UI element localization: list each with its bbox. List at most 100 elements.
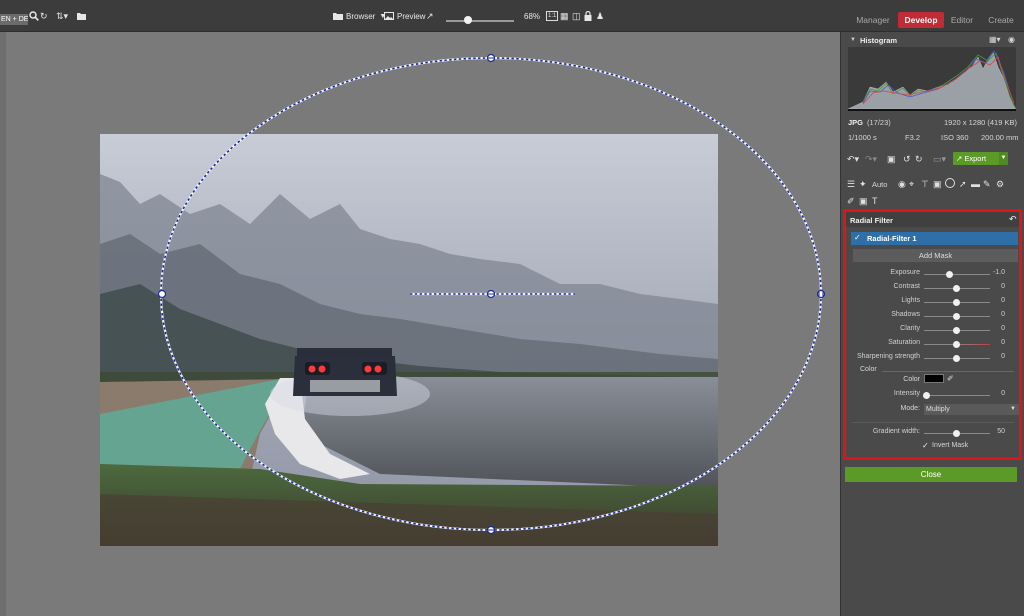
tab-develop[interactable]: Develop xyxy=(898,12,944,28)
slider-label: Shadows xyxy=(891,311,920,318)
radial-filter-section: Radial Filter ↶ ✓ Radial-Filter 1 Add Ma… xyxy=(843,209,1022,460)
slider-clarity[interactable]: Clarity 0 xyxy=(846,324,1019,336)
photo-preview[interactable] xyxy=(100,134,718,546)
auto-button[interactable]: Auto xyxy=(872,180,887,189)
top-toolbar: EN + DE ↻ ⇅▾ Browser ▼ Preview ↗ 68% 1:1… xyxy=(0,0,1024,32)
magic-wand-icon[interactable]: ✦ xyxy=(859,179,867,189)
slider-label: Lights xyxy=(901,297,920,304)
level-icon[interactable]: ⊤ xyxy=(921,179,929,189)
settings-dot-icon[interactable]: ◉ xyxy=(1008,35,1015,44)
mode-select[interactable]: Multiply ▼ xyxy=(924,404,1019,415)
slider-handle[interactable] xyxy=(953,313,960,320)
slider-saturation[interactable]: Saturation 0 xyxy=(846,338,1019,350)
slider-label: Gradient width: xyxy=(872,428,920,435)
add-mask-button[interactable]: Add Mask xyxy=(853,249,1018,262)
slider-value: 0 xyxy=(1001,325,1005,332)
slider-handle[interactable] xyxy=(923,392,930,399)
redo-icon[interactable]: ↷▾ xyxy=(865,154,877,164)
monitor-icon[interactable]: ▭▾ xyxy=(933,154,946,164)
slider-label: Saturation xyxy=(888,339,920,346)
slider-label: Sharpening strength xyxy=(856,353,920,360)
slider-gradient-width[interactable]: Gradient width: 50 xyxy=(846,427,1019,439)
refresh-icon[interactable]: ↻ xyxy=(40,10,48,22)
slider-handle[interactable] xyxy=(953,355,960,362)
browser-button[interactable]: Browser ▼ xyxy=(333,10,386,22)
slider-shadows[interactable]: Shadows 0 xyxy=(846,310,1019,322)
slider-handle[interactable] xyxy=(953,430,960,437)
slider-contrast[interactable]: Contrast 0 xyxy=(846,282,1019,294)
slider-track[interactable] xyxy=(924,395,990,396)
transform-icon[interactable]: ▣ xyxy=(933,179,942,189)
pencil-icon[interactable]: ✎ xyxy=(983,179,991,189)
grid-icon[interactable]: ▦ xyxy=(560,10,569,22)
zoom-slider-handle[interactable] xyxy=(464,16,472,24)
slider-track[interactable] xyxy=(924,274,990,275)
text-tool-icon[interactable]: T xyxy=(872,196,878,206)
slider-handle[interactable] xyxy=(946,271,953,278)
slider-exposure[interactable]: Exposure -1.0 xyxy=(846,268,1019,280)
collapse-triangle-icon[interactable]: ▼ xyxy=(850,37,856,43)
slider-label: Intensity xyxy=(893,390,920,397)
folder-icon[interactable] xyxy=(77,10,86,22)
open-external-icon[interactable]: ↗ xyxy=(426,10,434,22)
zoner-photo-studio-window: EN + DE ↻ ⇅▾ Browser ▼ Preview ↗ 68% 1:1… xyxy=(0,0,1024,616)
brush-icon[interactable]: ▬ xyxy=(971,179,980,189)
stamp-icon[interactable]: ▣ xyxy=(859,196,868,206)
export-dropdown-chevron-icon[interactable]: ▼ xyxy=(999,152,1008,165)
tab-editor[interactable]: Editor xyxy=(947,12,977,28)
slider-handle[interactable] xyxy=(953,285,960,292)
color-swatch[interactable] xyxy=(924,374,944,383)
slider-value: 0 xyxy=(1001,311,1005,318)
zoom-level: 68% xyxy=(524,11,541,21)
histogram-options-icon[interactable]: ▦▾ xyxy=(989,35,1001,44)
slider-sharpening-strength[interactable]: Sharpening strength 0 xyxy=(846,352,1019,364)
right-panel: ▼ Histogram ▦▾ ◉ JPG (17/23) 1920 x 1280… xyxy=(840,32,1024,616)
eyedropper-icon[interactable]: ✐ xyxy=(947,374,954,383)
zoom-slider-track[interactable] xyxy=(446,20,514,22)
gradient-filter-icon[interactable]: ➚ xyxy=(959,179,967,189)
invert-mask-label: Invert Mask xyxy=(932,442,969,449)
lock-icon[interactable] xyxy=(584,10,592,22)
close-button[interactable]: Close xyxy=(845,467,1017,482)
exif-aperture: F3.2 xyxy=(905,133,921,142)
crop-icon[interactable]: ⌖ xyxy=(909,179,914,189)
slider-handle[interactable] xyxy=(953,341,960,348)
file-format: JPG xyxy=(848,118,864,127)
reset-icon[interactable]: ↶ xyxy=(1009,214,1017,225)
slider-label: Contrast xyxy=(893,283,920,290)
radial-filter-list-item[interactable]: ✓ Radial-Filter 1 xyxy=(851,232,1018,245)
slider-label: Exposure xyxy=(890,269,920,276)
tab-create[interactable]: Create xyxy=(984,12,1018,28)
exif-shutter: 1/1000 s xyxy=(848,133,877,142)
slider-handle[interactable] xyxy=(953,299,960,306)
export-label: Export xyxy=(964,154,987,163)
slider-value: 0 xyxy=(1001,339,1005,346)
slider-intensity[interactable]: Intensity 0 xyxy=(846,389,1019,401)
menu-icon[interactable]: ☰ xyxy=(847,179,855,189)
search-icon[interactable] xyxy=(29,10,39,22)
radial-filter-tool-icon[interactable] xyxy=(945,178,955,188)
slider-value: 0 xyxy=(1001,283,1005,290)
gear-icon[interactable]: ⚙ xyxy=(996,179,1004,189)
slider-lights[interactable]: Lights 0 xyxy=(846,296,1019,308)
tab-manager[interactable]: Manager xyxy=(852,12,894,28)
slider-handle[interactable] xyxy=(953,327,960,334)
camera-icon[interactable]: ◉ xyxy=(898,179,906,189)
export-button[interactable]: ↗ Export xyxy=(953,152,999,165)
rotate-left-icon[interactable]: ↺ xyxy=(903,154,911,164)
eyedropper-icon[interactable]: ✐ xyxy=(847,196,855,206)
people-icon[interactable]: ♟ xyxy=(596,10,604,22)
language-indicator[interactable]: EN + DE xyxy=(0,14,28,25)
fit-icon[interactable]: 1:1 xyxy=(546,10,559,22)
sort-icon[interactable]: ⇅▾ xyxy=(56,10,68,22)
preview-button[interactable]: Preview xyxy=(384,10,425,22)
slider-value: 0 xyxy=(1001,297,1005,304)
undo-icon[interactable]: ↶▾ xyxy=(847,154,859,164)
compare-icon[interactable]: ◫ xyxy=(572,10,581,22)
checkbox-icon[interactable]: ✓ xyxy=(854,233,861,242)
image-icon xyxy=(384,12,394,20)
slider-value: 0 xyxy=(1001,390,1005,397)
rotate-right-icon[interactable]: ↻ xyxy=(915,154,923,164)
image-icon[interactable]: ▣ xyxy=(887,154,896,164)
slider-value: 0 xyxy=(1001,353,1005,360)
